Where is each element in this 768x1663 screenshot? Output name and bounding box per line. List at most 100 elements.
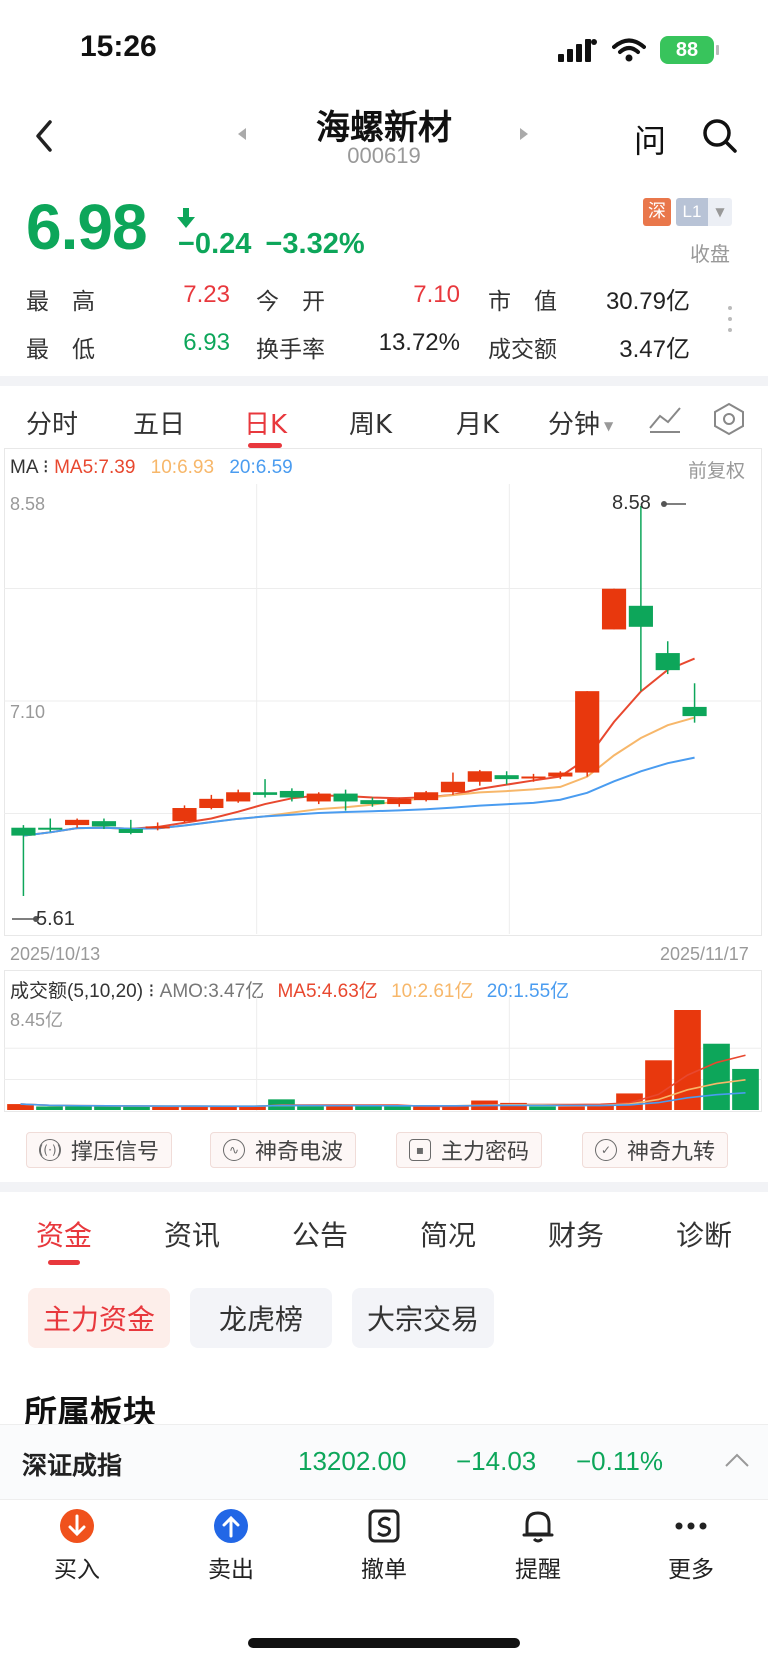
- volume-bar: [65, 1106, 92, 1110]
- section-tab-indicator: [48, 1260, 80, 1265]
- more-vertical-icon[interactable]: [726, 304, 734, 334]
- candle-body: [38, 827, 63, 830]
- tab-five-day[interactable]: 五日: [133, 404, 185, 441]
- subtab-block-trade[interactable]: 大宗交易: [352, 1288, 494, 1348]
- candle-body: [655, 653, 680, 671]
- y-axis-top-label: 8.58: [10, 494, 46, 514]
- volume-bar: [384, 1106, 411, 1110]
- chevron-up-icon[interactable]: [724, 1452, 750, 1468]
- low-value: 6.93: [183, 329, 230, 356]
- tab-funds[interactable]: 资金: [36, 1214, 92, 1254]
- lock-icon: ▪: [409, 1139, 431, 1161]
- candle-body: [548, 772, 573, 777]
- candle-body: [467, 771, 492, 782]
- subtab-dragon-tiger[interactable]: 龙虎榜: [190, 1288, 332, 1348]
- y-axis-mid-label: 7.10: [10, 702, 46, 722]
- search-icon: [703, 119, 737, 153]
- cellular-signal-icon: [558, 39, 597, 62]
- candle-body: [440, 781, 466, 793]
- cancel-order-label: 撤单: [361, 1557, 407, 1583]
- current-price: 6.98: [26, 191, 148, 263]
- candle-body: [145, 826, 170, 829]
- index-name: 深证成指: [22, 1451, 123, 1480]
- sell-button[interactable]: 卖出: [181, 1508, 281, 1584]
- tab-diagnosis[interactable]: 诊断: [676, 1214, 732, 1254]
- tab-daily-k[interactable]: 日K: [244, 404, 287, 441]
- tab-announcements[interactable]: 公告: [292, 1214, 348, 1254]
- chip-magic-wave[interactable]: ∿ 神奇电波: [210, 1132, 357, 1168]
- open-label: 今 开: [256, 289, 325, 315]
- candle-body: [601, 588, 627, 630]
- price-change: −0.24 −3.32%: [178, 228, 365, 261]
- change-percent: −3.32%: [265, 228, 365, 260]
- tab-news[interactable]: 资讯: [164, 1214, 220, 1254]
- x-axis-start-label: 2025/10/13: [10, 944, 101, 964]
- candle-body: [414, 792, 439, 801]
- ma20-value: 20:6.59: [229, 457, 293, 478]
- ask-button[interactable]: 问: [634, 116, 666, 162]
- turnover-value: 13.72%: [378, 329, 460, 356]
- volume-bar: [326, 1106, 353, 1110]
- level-dropdown-icon[interactable]: ▼: [708, 198, 732, 226]
- cancel-order-icon: [368, 1509, 400, 1543]
- volume-bar: [558, 1106, 585, 1110]
- more-label: 更多: [668, 1557, 714, 1583]
- ma-legend: MA ⁝ MA5:7.39 10:6.93 20:6.59: [10, 457, 293, 478]
- candle-body: [628, 605, 653, 627]
- candle-body: [360, 800, 385, 805]
- chip-label: 撑压信号: [71, 1140, 160, 1165]
- indicator-line-icon[interactable]: [648, 404, 682, 434]
- candle-body: [65, 819, 90, 826]
- more-button[interactable]: 更多: [641, 1508, 741, 1584]
- adjust-mode[interactable]: 前复权: [688, 456, 745, 483]
- level-badge[interactable]: L1: [676, 198, 708, 226]
- ma-label: MA: [10, 457, 38, 478]
- index-change-percent: −0.11%: [576, 1446, 663, 1476]
- search-button[interactable]: [698, 114, 742, 158]
- status-time: 15:26: [80, 30, 157, 63]
- alert-button[interactable]: 提醒: [488, 1508, 588, 1584]
- amount-label: 成交额: [488, 337, 557, 363]
- tab-profile[interactable]: 简况: [420, 1214, 476, 1254]
- candle-body: [118, 829, 143, 833]
- volume-chart: [4, 996, 762, 1112]
- volume-bar: [732, 1068, 759, 1110]
- settings-hexagon-icon[interactable]: [712, 402, 746, 436]
- tab-financials[interactable]: 财务: [548, 1214, 604, 1254]
- max-price-mark: 8.58: [612, 492, 651, 514]
- arrow-down-icon: [177, 208, 195, 228]
- candle-body: [279, 790, 304, 798]
- candle-body: [333, 793, 358, 802]
- candle-body: [387, 798, 412, 805]
- exchange-badge: 深: [643, 198, 671, 226]
- check-circle-icon: ✓: [595, 1139, 617, 1161]
- ma5-value: MA5:7.39: [54, 457, 136, 478]
- tab-weekly-k[interactable]: 周K: [349, 404, 392, 441]
- amount-value: 3.47亿: [619, 336, 690, 363]
- subtab-main-funds[interactable]: 主力资金: [28, 1288, 170, 1348]
- index-change: −14.03: [456, 1446, 537, 1476]
- chip-main-force-code[interactable]: ▪ 主力密码: [396, 1132, 543, 1168]
- chip-magic-nine[interactable]: ✓ 神奇九转: [582, 1132, 729, 1168]
- divider: [0, 1182, 768, 1192]
- wifi-icon: [612, 38, 646, 62]
- candle-body: [521, 776, 546, 779]
- mktcap-value: 30.79亿: [605, 288, 690, 315]
- signal-icon: ((·)): [39, 1139, 61, 1161]
- tab-minute[interactable]: 分钟 ▼: [548, 404, 613, 441]
- volume-bar: [703, 1043, 730, 1110]
- bell-icon: [522, 1511, 554, 1543]
- volume-bar: [616, 1093, 643, 1110]
- chip-support-resistance[interactable]: ((·)) 撑压信号: [26, 1132, 173, 1168]
- candle-body: [682, 706, 707, 717]
- tab-intraday[interactable]: 分时: [26, 404, 78, 441]
- candle-body: [11, 827, 36, 836]
- divider: [0, 376, 768, 386]
- buy-button[interactable]: 买入: [27, 1508, 127, 1584]
- tab-monthly-k[interactable]: 月K: [456, 404, 499, 441]
- turnover-label: 换手率: [256, 337, 325, 363]
- cancel-order-button[interactable]: 撤单: [334, 1508, 434, 1584]
- candle-body: [226, 792, 251, 802]
- volume-bar: [297, 1106, 324, 1110]
- next-stock-button[interactable]: [518, 126, 530, 146]
